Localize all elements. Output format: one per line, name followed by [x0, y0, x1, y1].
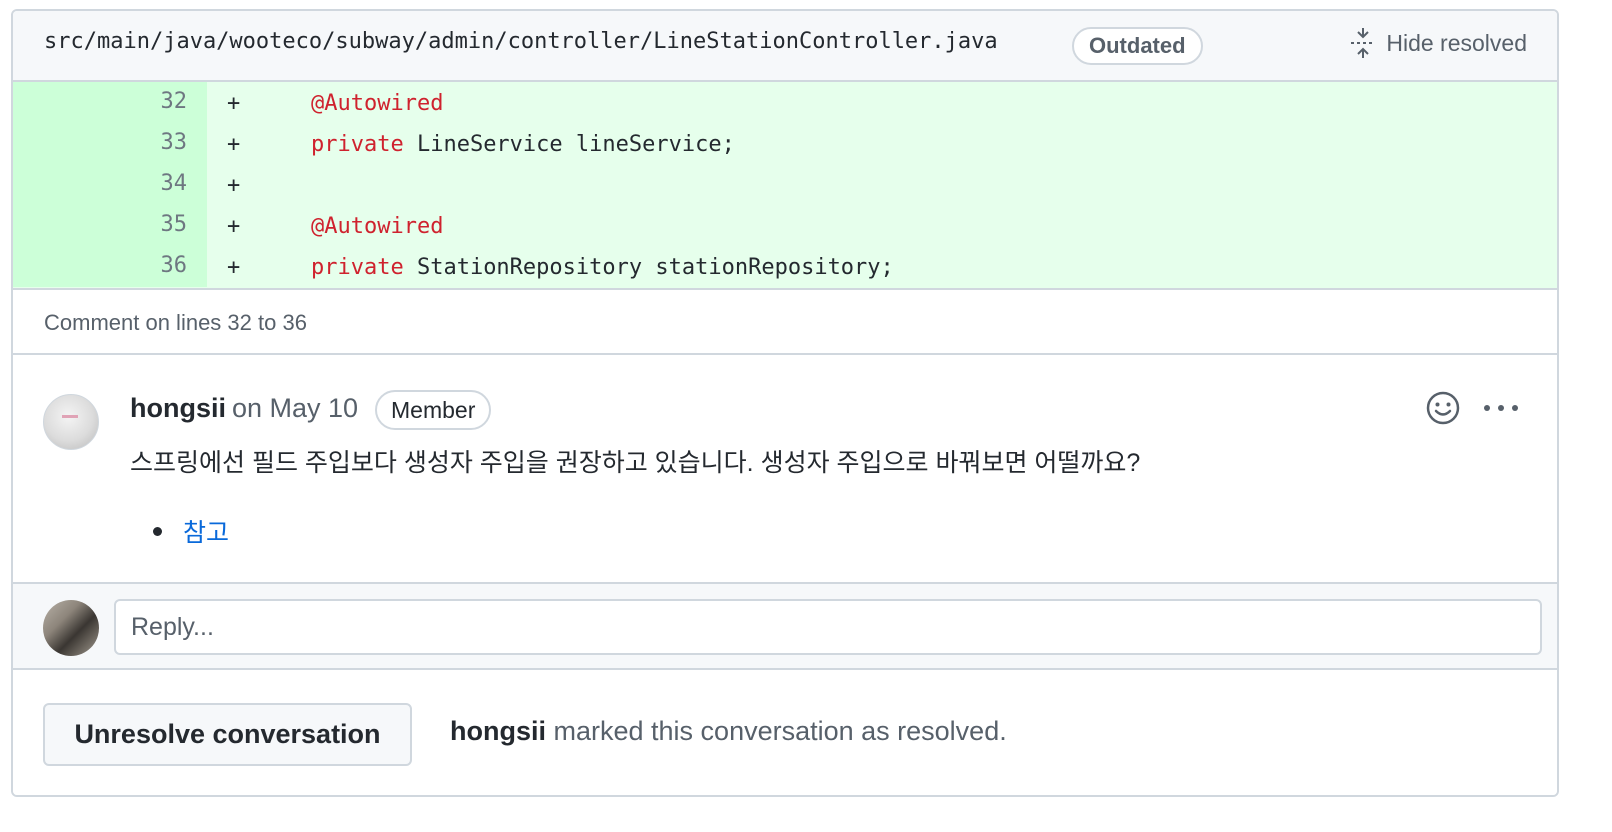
current-user-avatar[interactable]: [43, 600, 99, 656]
add-reaction-button[interactable]: [1425, 390, 1461, 426]
diff-sign: +: [227, 132, 241, 157]
resolve-footer: Unresolve conversation hongsii marked th…: [13, 670, 1557, 795]
hide-resolved-label: Hide resolved: [1386, 29, 1527, 56]
code-rest: StationRepository stationRepository;: [403, 255, 894, 280]
code-keyword: @Autowired: [311, 91, 444, 116]
fold-icon: [1351, 28, 1376, 58]
resolved-text: marked this conversation as resolved.: [546, 716, 1007, 746]
comment-lines-label: Comment on lines 32 to 36: [44, 310, 307, 335]
member-badge: Member: [375, 390, 492, 430]
line-number: 36: [160, 253, 188, 278]
diff-line: 33 + private LineService lineService;: [13, 123, 1557, 164]
diff-sign: +: [227, 173, 241, 198]
unresolve-conversation-button[interactable]: Unresolve conversation: [43, 703, 412, 766]
comment-author[interactable]: hongsii: [130, 393, 226, 424]
hide-resolved-button[interactable]: Hide resolved: [1350, 25, 1527, 61]
line-number: 34: [160, 171, 188, 196]
file-path[interactable]: src/main/java/wooteco/subway/admin/contr…: [44, 29, 998, 54]
line-gutter[interactable]: 36: [13, 246, 207, 287]
line-gutter[interactable]: 33: [13, 123, 207, 164]
comment-body: 스프링에선 필드 주입보다 생성자 주입을 권장하고 있습니다. 생성자 주입으…: [130, 449, 1141, 477]
diff-line: 34 +: [13, 164, 1557, 205]
avatar[interactable]: [43, 394, 99, 450]
diff-line: 36 + private StationRepository stationRe…: [13, 246, 1557, 287]
resolved-status: hongsii marked this conversation as reso…: [450, 716, 1007, 747]
diff-line: 35 + @Autowired: [13, 205, 1557, 246]
code-text: private StationRepository stationReposit…: [311, 255, 894, 280]
code-keyword: private: [311, 132, 404, 157]
reference-link[interactable]: 참고: [183, 513, 229, 549]
smiley-icon: [1426, 391, 1460, 425]
reply-input[interactable]: [114, 599, 1542, 655]
review-thread: src/main/java/wooteco/subway/admin/contr…: [11, 9, 1559, 797]
bullet-icon: [153, 526, 162, 536]
diff-sign: +: [227, 91, 241, 116]
code-text: @Autowired: [311, 214, 443, 239]
code-keyword: private: [311, 255, 404, 280]
review-comment: hongsii on May 10 Member 스프링에선 필드 주입보다 생…: [13, 355, 1557, 582]
line-gutter[interactable]: 32: [13, 82, 207, 123]
line-number: 33: [160, 130, 188, 155]
code-rest: LineService lineService;: [403, 132, 735, 157]
outdated-badge: Outdated: [1072, 27, 1203, 65]
line-gutter[interactable]: 34: [13, 164, 207, 205]
resolver-name[interactable]: hongsii: [450, 716, 546, 746]
diff-sign: +: [227, 255, 241, 280]
list-item: 참고: [153, 513, 229, 549]
comment-date[interactable]: on May 10: [232, 393, 358, 424]
diff-sign: +: [227, 214, 241, 239]
line-gutter[interactable]: 35: [13, 205, 207, 246]
code-text: private LineService lineService;: [311, 132, 735, 157]
kebab-horizontal-icon: [1484, 405, 1518, 411]
diff-code: 32 + @Autowired 33 + private LineService…: [13, 82, 1557, 288]
code-keyword: @Autowired: [311, 214, 444, 239]
more-options-button[interactable]: [1481, 390, 1521, 426]
code-text: @Autowired: [311, 91, 443, 116]
line-number: 35: [160, 212, 188, 237]
reply-area: [13, 582, 1557, 670]
diff-line: 32 + @Autowired: [13, 82, 1557, 123]
line-number: 32: [160, 89, 188, 114]
comment-lines-info: Comment on lines 32 to 36: [13, 288, 1557, 355]
file-header: src/main/java/wooteco/subway/admin/contr…: [13, 11, 1557, 82]
